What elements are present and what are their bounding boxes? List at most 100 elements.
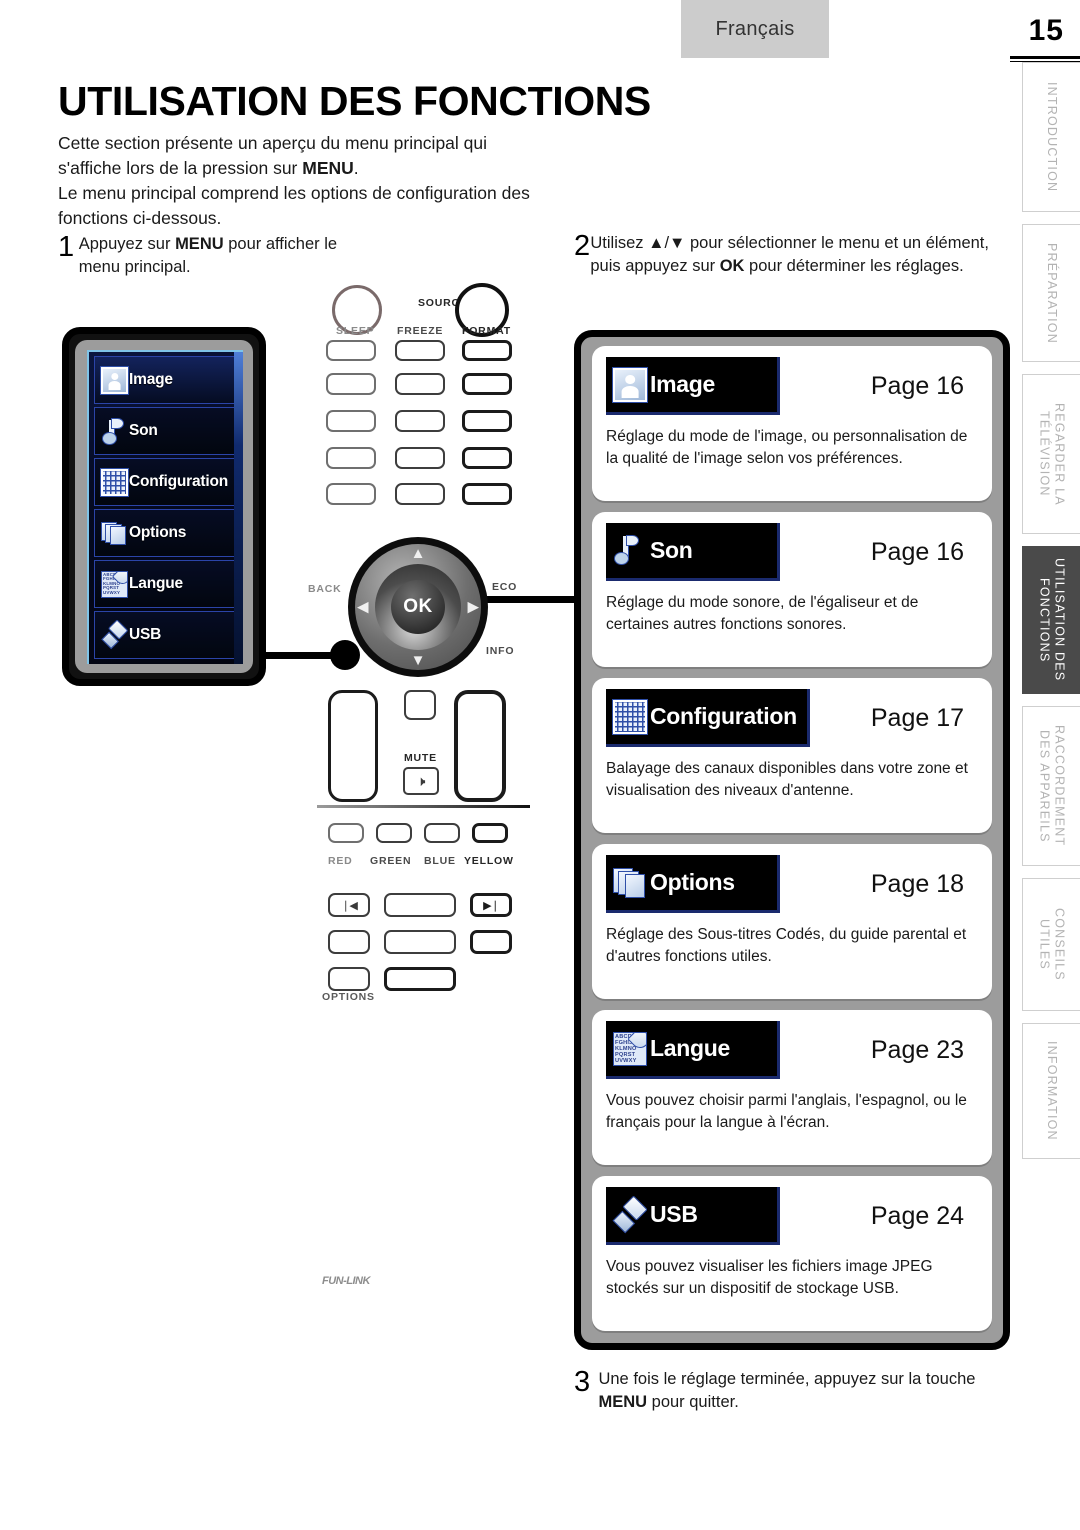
grid-setup-icon (613, 699, 647, 734)
rail-tab-regarder-la-television[interactable]: REGARDER LA TÉLÉVISION (1022, 374, 1080, 534)
menu-item-langue-label: Langue (129, 575, 183, 592)
channel-rocker[interactable] (454, 690, 506, 802)
keypad-button-6[interactable] (462, 410, 512, 432)
menu-overview-panel: Image Page 16 Réglage du mode de l'image… (574, 330, 1010, 1350)
step-3-text-post: pour quitter. (647, 1393, 739, 1411)
step-1-number: 1 (58, 231, 75, 263)
red-button[interactable] (328, 823, 364, 843)
ok-button[interactable]: OK (391, 580, 445, 634)
rail-tab-information[interactable]: INFORMATION (1022, 1023, 1080, 1159)
step-2-text: Utilisez ▲/▼ pour sélectionner le menu e… (590, 232, 1014, 278)
arrow-up-icon[interactable]: ▲ (411, 546, 426, 561)
card-options-pill: Options (606, 855, 780, 913)
menu-item-usb-label: USB (129, 626, 162, 643)
stacked-pages-icon (101, 520, 128, 547)
step-2-number: 2 (574, 230, 591, 262)
play-pause-button[interactable] (384, 893, 456, 917)
card-options-label: Options (650, 869, 735, 895)
card-configuration-label: Configuration (650, 703, 797, 729)
back-label: BACK (308, 583, 342, 595)
volume-rocker[interactable] (328, 690, 378, 802)
keypad-button-4[interactable] (326, 410, 376, 432)
transport-button-2[interactable] (384, 930, 456, 954)
menu-item-image[interactable]: Image (94, 356, 238, 404)
menu-item-langue[interactable]: ABCDE FGHIJ KLMNO PQRST UVWXY Langue (94, 560, 238, 608)
mute-button[interactable]: 🕨 (403, 767, 439, 795)
card-son-head: Son Page 16 (606, 523, 978, 581)
card-usb: USB Page 24 Vous pouvez visualiser les f… (592, 1176, 992, 1331)
card-configuration-desc: Balayage des canaux disponibles dans vot… (606, 760, 968, 799)
intro-paragraph: Cette section présente un aperçu du menu… (58, 131, 588, 231)
previous-track-button[interactable]: ❘◀ (328, 893, 370, 917)
arrow-left-icon[interactable]: ◀ (357, 600, 369, 615)
menu-item-options[interactable]: Options (94, 509, 238, 557)
arrow-down-icon[interactable]: ▼ (411, 653, 426, 668)
rail-tab-introduction[interactable]: INTRODUCTION (1022, 62, 1080, 212)
card-langue-pill: ABCDE FGHIJ KLMNO PQRST UVWXY Langue (606, 1021, 780, 1079)
step-3-text: Une fois le réglage terminée, appuyez su… (598, 1368, 1024, 1414)
menu-button[interactable] (404, 690, 436, 720)
card-langue-label: Langue (650, 1035, 730, 1061)
keypad-button-9[interactable] (462, 447, 512, 469)
yellow-button[interactable] (472, 823, 508, 843)
freeze-button[interactable] (395, 340, 445, 361)
info-label: INFO (486, 645, 515, 657)
keypad-button-7[interactable] (326, 447, 376, 469)
navigation-dpad[interactable]: ▲ ▼ ◀ ▶ OK (348, 537, 488, 677)
menu-item-configuration[interactable]: Configuration (94, 458, 238, 506)
keypad-button-5[interactable] (395, 410, 445, 432)
card-configuration-pill: Configuration (606, 689, 810, 747)
card-options-head: Options Page 18 (606, 855, 978, 913)
page-title: UTILISATION DES FONCTIONS (58, 78, 651, 124)
step-2-keyword: OK (719, 257, 745, 275)
alphabet-pencil-icon: ABCDE FGHIJ KLMNO PQRST UVWXY (101, 570, 128, 598)
keypad-button-8[interactable] (395, 447, 445, 469)
step-3-number: 3 (574, 1366, 591, 1398)
card-langue: ABCDE FGHIJ KLMNO PQRST UVWXY Langue Pag… (592, 1010, 992, 1165)
rail-tab-raccordement-des-appareils-label: RACCORDEMENT DES APPAREILS (1037, 725, 1067, 847)
remote-control-illustration: SOURCE SLEEP FREEZE FORMAT BACK ECO INFO… (300, 275, 550, 1287)
intro-line-4: fonctions ci-dessous. (58, 208, 222, 228)
intro-line-2: s'affiche lors de la pression sur MENU. (58, 156, 588, 181)
step-2: 2 Utilisez ▲/▼ pour sélectionner le menu… (574, 232, 1014, 278)
card-son: Son Page 16 Réglage du mode sonore, de l… (592, 512, 992, 667)
rail-tab-regarder-la-television-label: REGARDER LA TÉLÉVISION (1037, 402, 1067, 506)
rail-tab-preparation-label: PRÉPARATION (1045, 242, 1059, 344)
intro-menu-keyword: MENU (302, 158, 354, 178)
rail-tab-utilisation-des-fonctions[interactable]: UTILISATION DES FONCTIONS (1022, 546, 1080, 694)
rail-tab-raccordement-des-appareils[interactable]: RACCORDEMENT DES APPAREILS (1022, 706, 1080, 866)
eco-label: ECO (492, 581, 518, 593)
transport-button-1[interactable] (328, 930, 370, 954)
intro-line-1: Cette section présente un aperçu du menu… (58, 133, 488, 153)
keypad-button-11[interactable] (395, 483, 445, 505)
card-configuration: Configuration Page 17 Balayage des canau… (592, 678, 992, 833)
keypad-button-12[interactable] (462, 483, 512, 505)
yellow-label: YELLOW (464, 855, 514, 867)
arrow-right-icon[interactable]: ▶ (467, 600, 479, 615)
transport-button-3[interactable] (470, 930, 512, 954)
green-button[interactable] (376, 823, 412, 843)
next-track-button[interactable]: ▶❘ (470, 893, 512, 917)
menu-item-usb[interactable]: USB (94, 611, 238, 659)
keypad-button-3[interactable] (462, 373, 512, 395)
keypad-button-1[interactable] (326, 373, 376, 395)
step-1-text-pre: Appuyez sur (78, 235, 176, 253)
keypad-button-10[interactable] (326, 483, 376, 505)
sleep-button[interactable] (326, 340, 376, 361)
card-options-desc: Réglage des Sous-titres Codés, du guide … (606, 926, 967, 965)
transport-button-4[interactable] (384, 967, 456, 991)
rail-tab-conseils-utiles[interactable]: CONSEILS UTILES (1022, 878, 1080, 1011)
card-usb-pill: USB (606, 1187, 780, 1245)
card-usb-desc: Vous pouvez visualiser les fichiers imag… (606, 1258, 933, 1297)
freeze-label: FREEZE (397, 325, 444, 337)
intro-line-2-post: . (353, 158, 359, 178)
step-3-text-pre: Une fois le réglage terminée, appuyez su… (598, 1370, 976, 1388)
card-son-pill: Son (606, 523, 780, 581)
options-button[interactable] (328, 967, 370, 991)
rail-tab-preparation[interactable]: PRÉPARATION (1022, 224, 1080, 362)
blue-button[interactable] (424, 823, 460, 843)
format-button[interactable] (462, 340, 512, 361)
menu-item-son[interactable]: Son (94, 407, 238, 455)
tv-bezel: Image Son Configuration Options ABCDE FG… (75, 340, 253, 673)
keypad-button-2[interactable] (395, 373, 445, 395)
